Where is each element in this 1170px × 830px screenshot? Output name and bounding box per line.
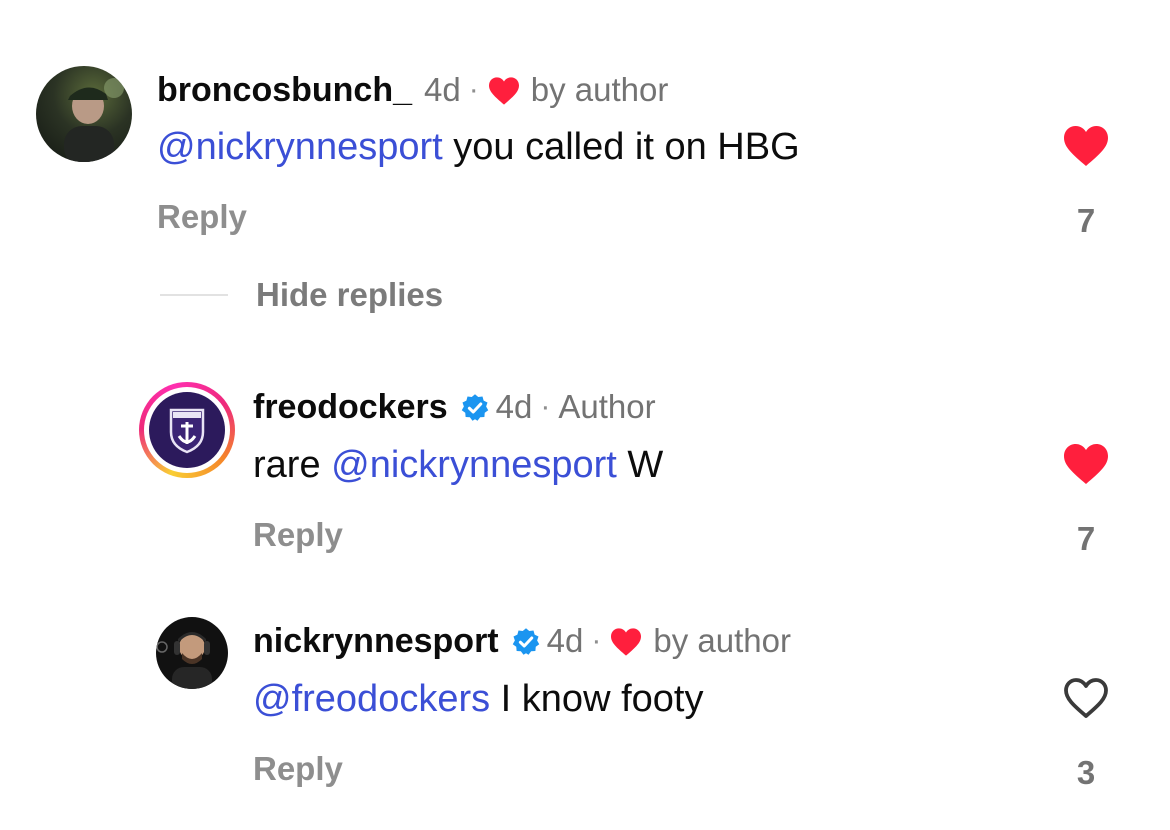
comment-text: rare @nickrynnesport W [253,442,663,488]
like-button[interactable] [1061,124,1111,168]
comment-age: 4d [546,622,584,659]
like-button[interactable] [1061,442,1111,486]
comment-age: 4d [495,388,533,425]
avatar-broncosbunch[interactable] [36,66,132,162]
separator-dot: · [540,390,551,423]
person-photo-icon [156,632,212,689]
avatar-freodockers[interactable] [139,382,235,478]
like-button[interactable] [1061,676,1111,720]
person-photo-icon [64,78,124,162]
comment-header: broncosbunch_ 4d · by author [157,70,668,110]
avatar-nickrynnesport[interactable] [156,617,228,689]
comment-body: you called it on HBG [442,126,800,168]
comment-body: I know footy [490,678,704,720]
hide-replies-label: Hide replies [256,276,444,313]
heart-outline-icon [1064,678,1108,718]
like-count: 7 [1076,202,1096,239]
mention-link[interactable]: @freodockers [253,678,490,720]
separator-dot: · [591,624,602,657]
liked-by-author-badge: by author [653,622,791,659]
comment-body-prefix: rare [253,444,332,486]
verified-badge-icon [511,626,541,656]
comment-text: @nickrynnesport you called it on HBG [157,124,800,170]
mention-link[interactable]: @nickrynnesport [157,126,443,168]
club-shield-icon [169,408,205,454]
comment-body-suffix: W [616,444,664,486]
author-label: Author [558,388,656,425]
username[interactable]: broncosbunch_ [157,70,412,110]
username[interactable]: nickrynnesport [253,621,499,661]
reply-button[interactable]: Reply [253,516,343,554]
username[interactable]: freodockers [253,387,448,427]
heart-icon [609,626,643,656]
separator-dot: · [468,73,479,106]
hide-replies-button[interactable]: Hide replies [160,276,443,314]
like-count: 3 [1076,754,1096,791]
reply-button[interactable]: Reply [253,750,343,788]
verified-badge-icon [460,392,490,422]
heart-filled-icon [1064,444,1108,484]
comment-header: nickrynnesport 4d · by author [253,621,791,661]
thread-divider [160,294,228,296]
comment-text: @freodockers I know footy [253,676,703,722]
heart-filled-icon [1064,126,1108,166]
comment-header: freodockers 4d · Author [253,387,656,427]
mention-link[interactable]: @nickrynnesport [331,444,617,486]
liked-by-author-badge: by author [530,71,669,108]
comment-age: 4d [424,71,461,108]
reply-button[interactable]: Reply [157,198,247,236]
heart-icon [487,75,521,105]
like-count: 7 [1076,520,1096,557]
